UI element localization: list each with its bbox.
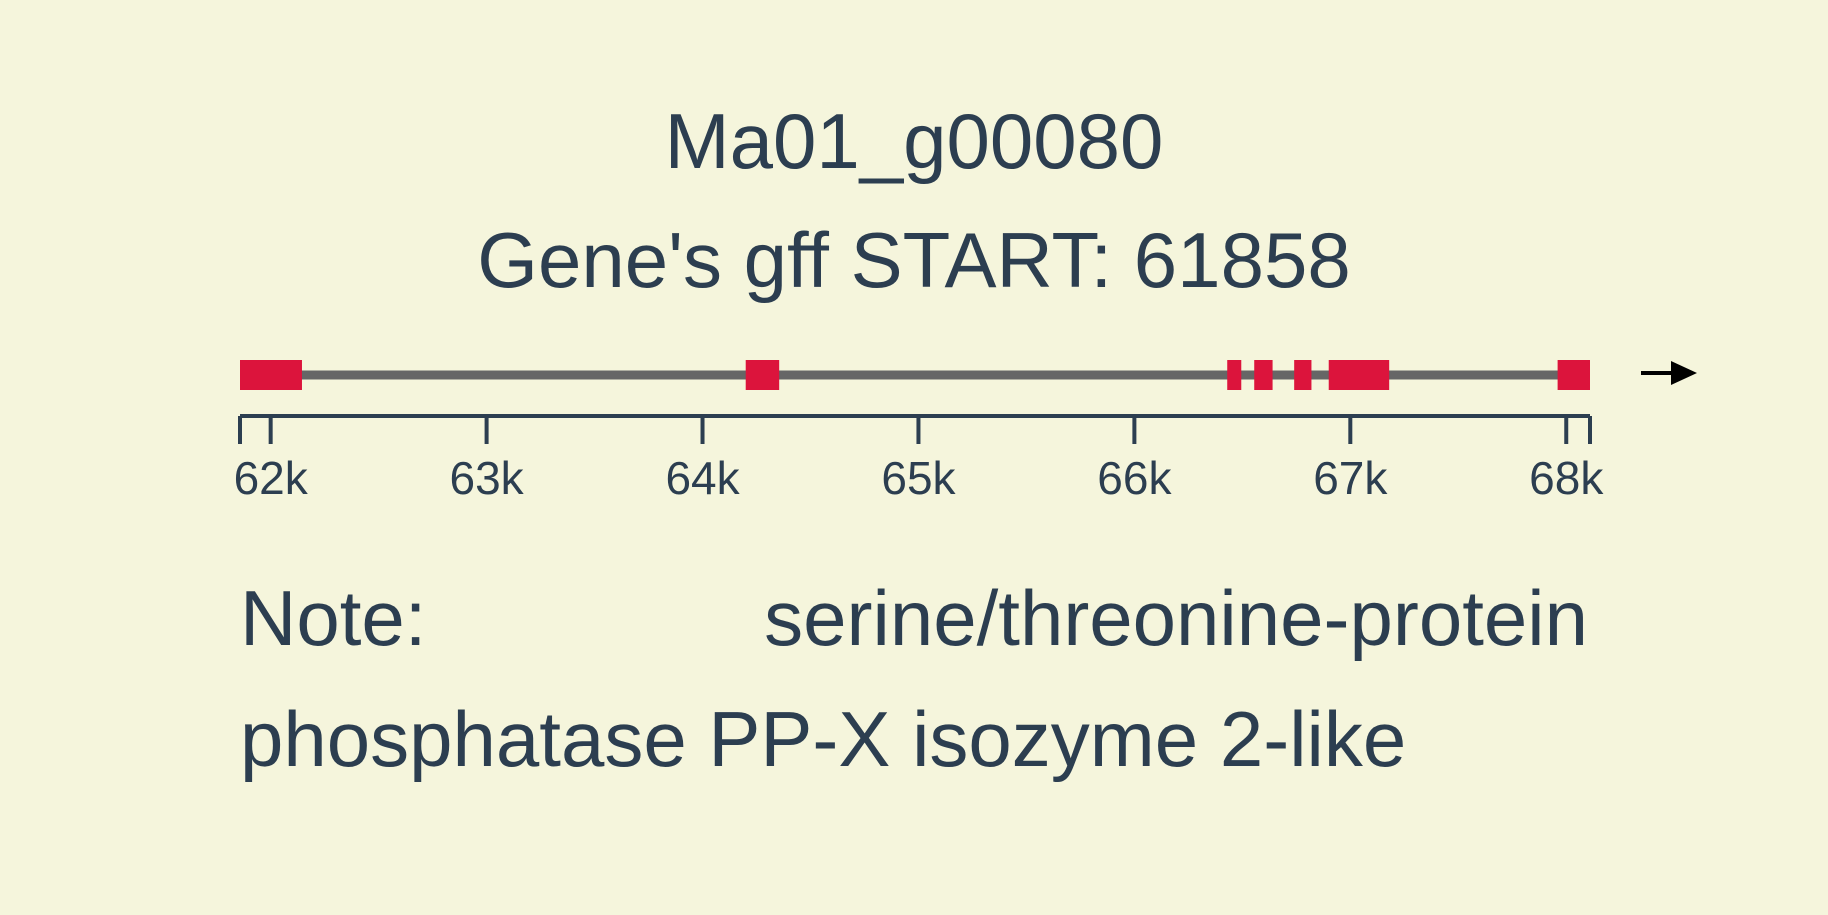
exon-block (1227, 360, 1242, 390)
note-text-line-2: phosphatase PP-X isozyme 2-like (240, 695, 1407, 783)
exon-block (1294, 360, 1312, 390)
note-label: Note: (240, 574, 427, 662)
axis-tick-label: 68k (1529, 452, 1604, 504)
axis-tick-label: 67k (1313, 452, 1388, 504)
arrow-right-icon (1641, 361, 1697, 385)
note-line-1: Note: serine/threonine-protein (240, 579, 1588, 657)
exon-block (1328, 360, 1390, 390)
axis-tick-label: 65k (881, 452, 956, 504)
exon-block (240, 360, 302, 390)
axis-tick-label: 62k (234, 452, 309, 504)
axis-tick-label: 66k (1097, 452, 1172, 504)
axis-tick-label: 63k (450, 452, 525, 504)
axis-tick-label: 64k (665, 452, 740, 504)
exon-block (1557, 360, 1590, 390)
exon-block (745, 360, 780, 390)
note-text-line-1: serine/threonine-protein (764, 574, 1588, 662)
exon-block (1254, 360, 1273, 390)
